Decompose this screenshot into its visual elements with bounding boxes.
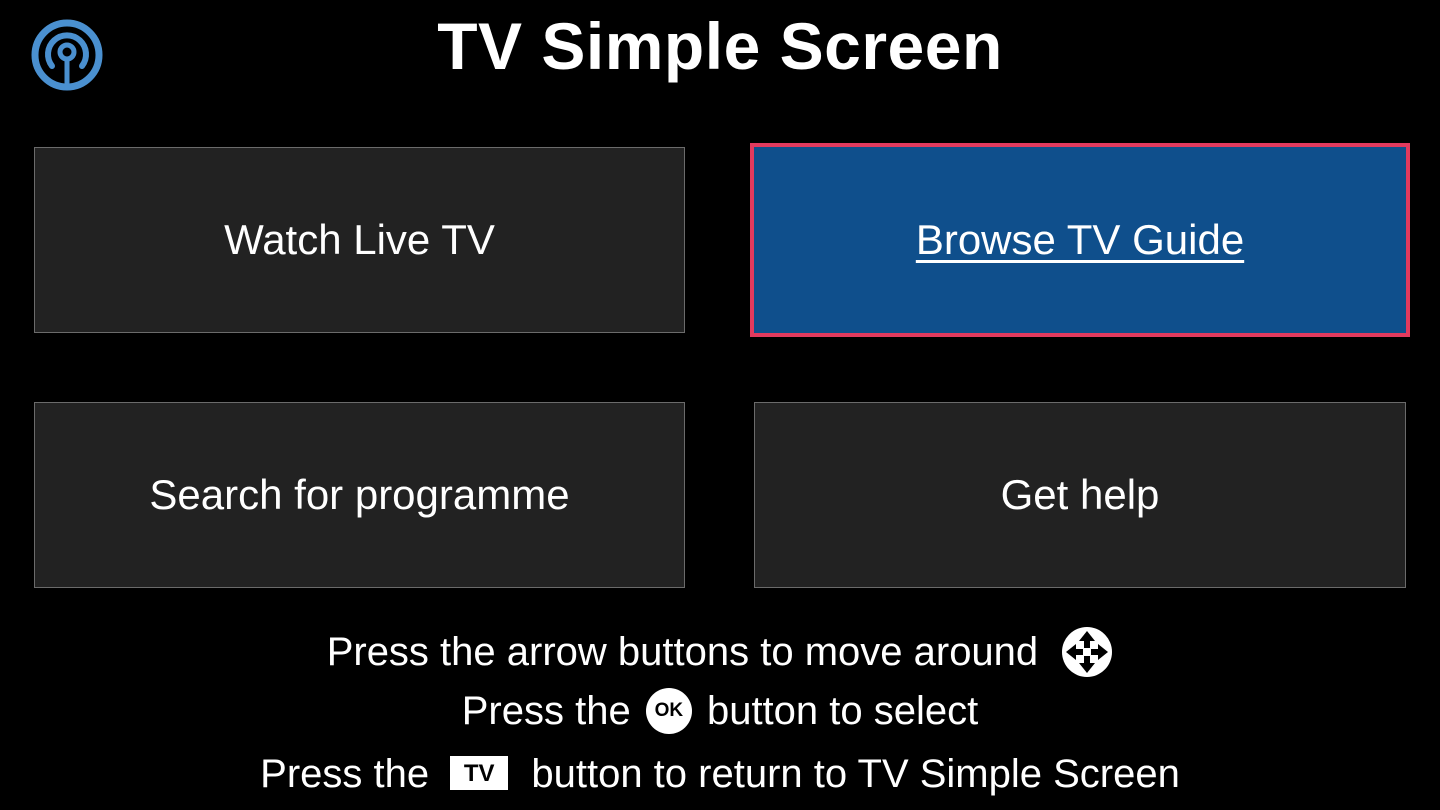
arrow-pad-icon — [1062, 627, 1113, 678]
instruction-text: button to select — [706, 689, 979, 733]
instruction-text: Press the — [260, 752, 430, 796]
tile-label: Search for programme — [149, 471, 570, 518]
ok-button-icon: OK — [645, 688, 692, 735]
page-title: TV Simple Screen — [437, 9, 1003, 83]
tile-label: Get help — [1000, 471, 1160, 518]
instruction-move: Press the arrow buttons to move around — [0, 627, 1440, 680]
instruction-text: Press the — [461, 689, 631, 733]
browse-tv-guide-button[interactable]: Browse TV Guide — [750, 143, 1410, 337]
search-for-programme-button[interactable]: Search for programme — [34, 402, 685, 588]
instruction-text: button to return to TV Simple Screen — [531, 752, 1180, 796]
tile-label: Watch Live TV — [224, 216, 495, 263]
instruction-text: Press the arrow buttons to move around — [326, 630, 1039, 674]
tv-simple-screen: TV Simple Screen Watch Live TV Browse TV… — [0, 0, 1440, 810]
tv-button-icon: TV — [450, 756, 509, 791]
get-help-button[interactable]: Get help — [754, 402, 1406, 588]
instruction-return: Press the TV button to return to TV Simp… — [0, 750, 1440, 798]
watch-live-tv-button[interactable]: Watch Live TV — [34, 147, 685, 333]
instruction-select: Press the OK button to select — [0, 687, 1440, 736]
tile-label: Browse TV Guide — [915, 216, 1245, 263]
